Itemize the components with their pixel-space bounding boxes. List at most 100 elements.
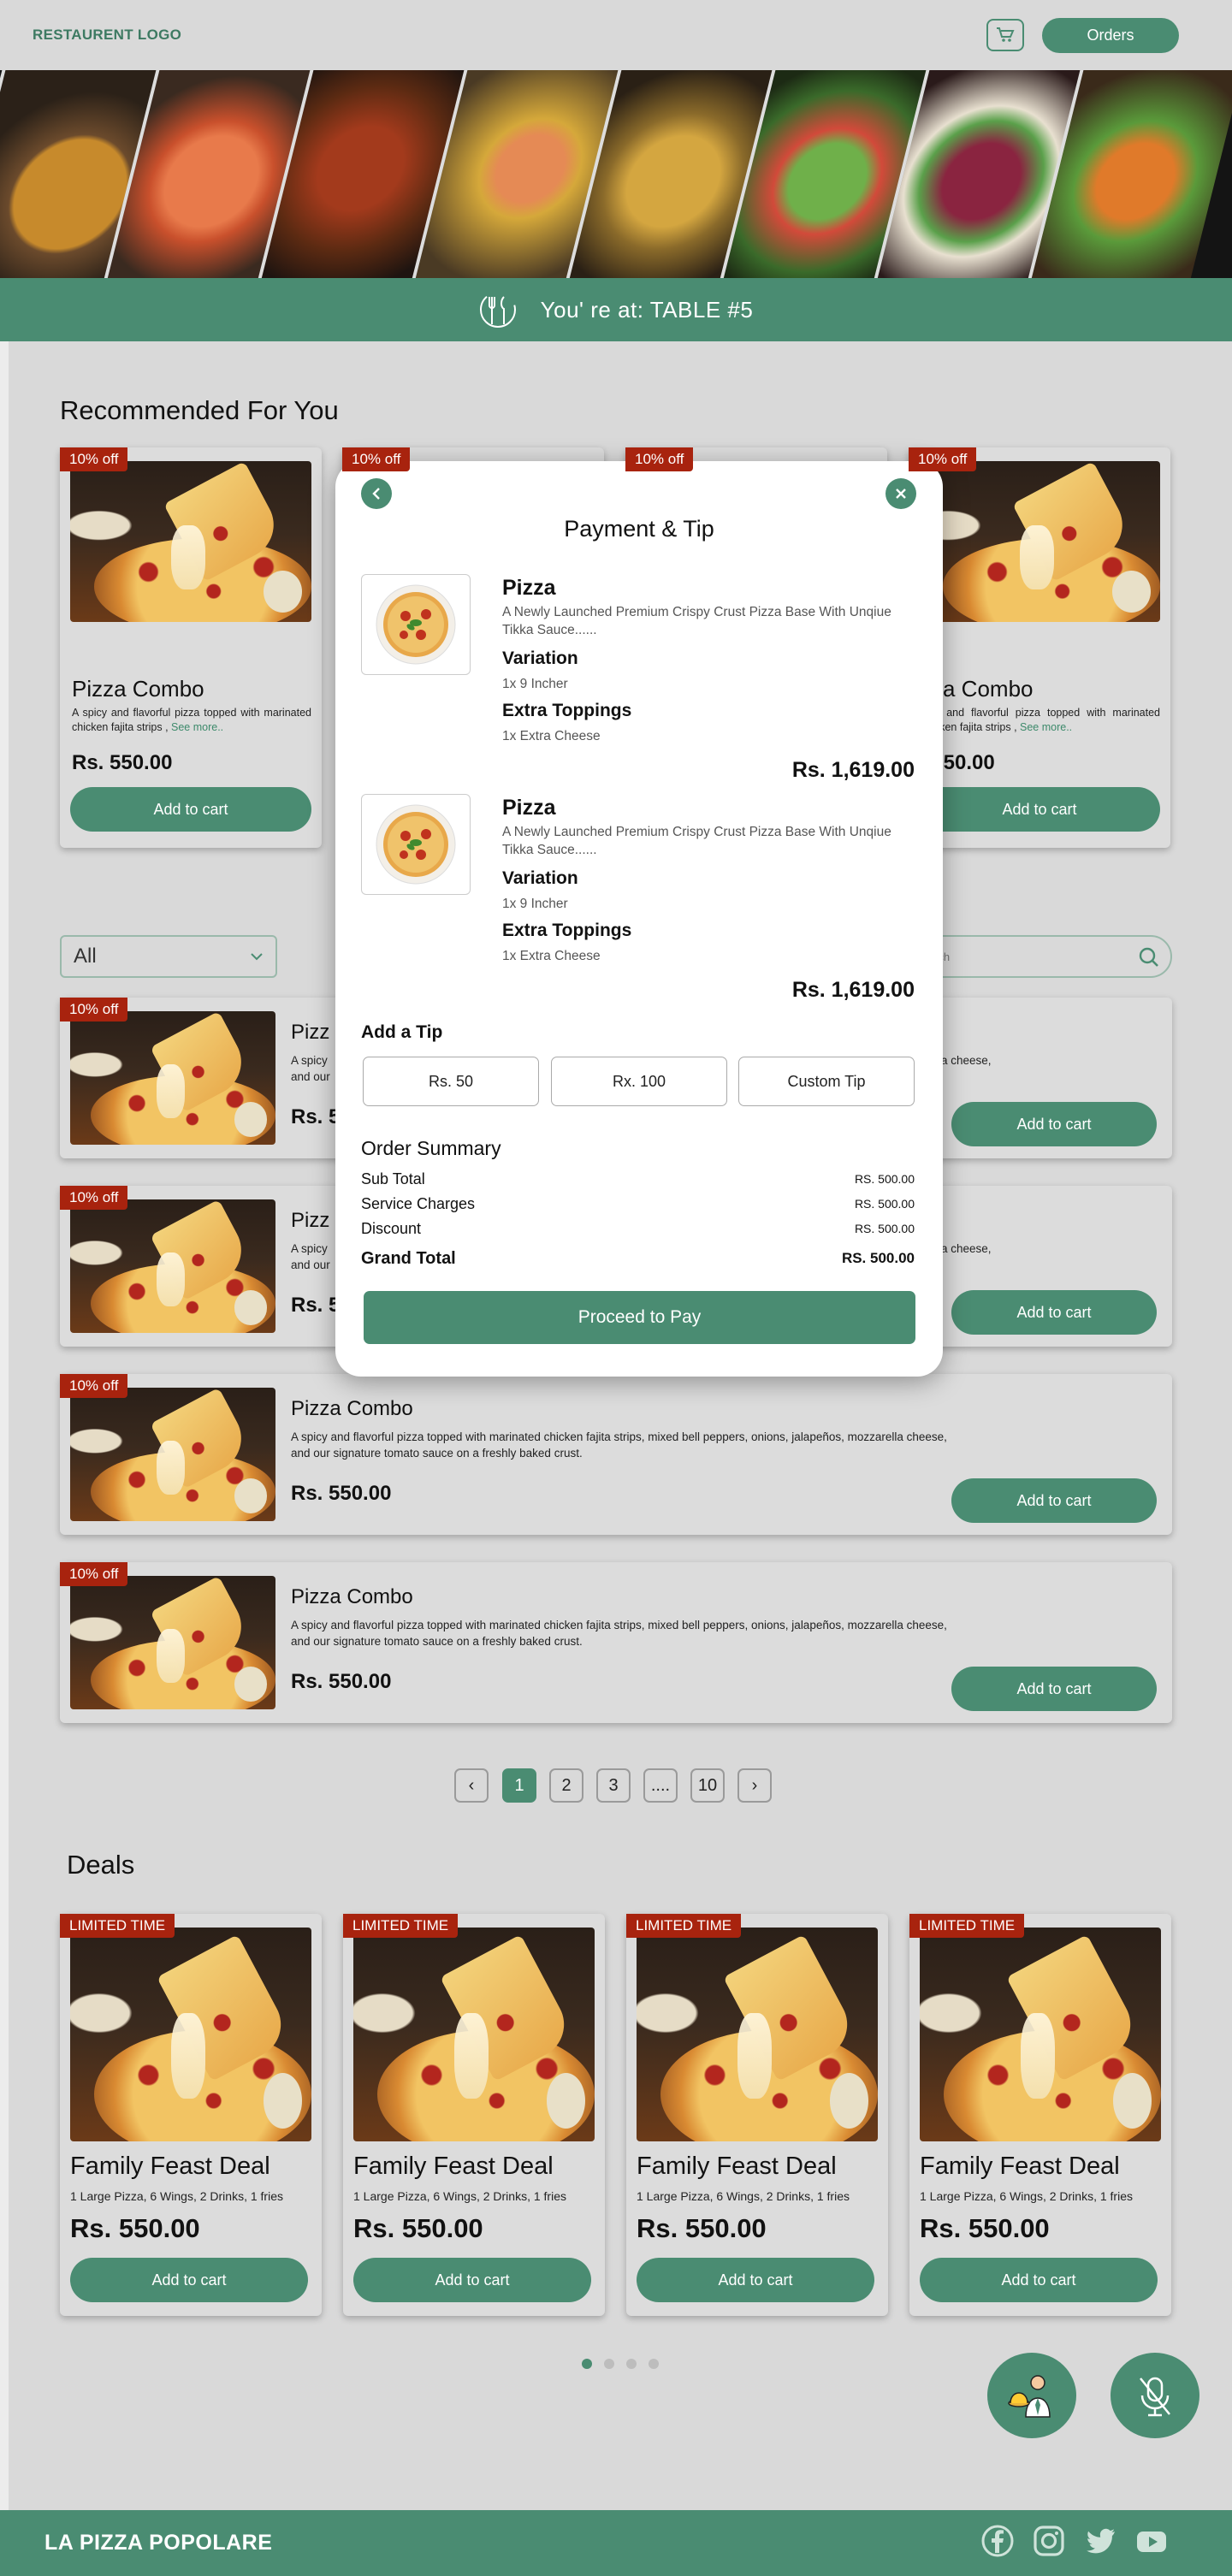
cart-icon	[997, 27, 1015, 42]
discount-badge: 10% off	[60, 1374, 128, 1398]
see-more-link[interactable]: See more..	[1020, 721, 1072, 733]
twitter-icon[interactable]	[1083, 2524, 1117, 2558]
close-icon	[896, 489, 906, 499]
variation-value: 1x 9 Incher	[502, 897, 568, 911]
deal-price: Rs. 550.00	[353, 2213, 483, 2243]
mic-off-button[interactable]	[1111, 2353, 1199, 2438]
page-button[interactable]: 10	[690, 1768, 725, 1803]
toppings-label: Extra Toppings	[502, 921, 632, 940]
order-item-price: Rs. 1,619.00	[791, 758, 915, 782]
pizza-image	[353, 1928, 595, 2141]
instagram-icon[interactable]	[1032, 2524, 1066, 2558]
prev-page-button[interactable]: ‹	[454, 1768, 489, 1803]
pizza-image	[70, 1011, 275, 1145]
add-to-cart-button[interactable]: Add to cart	[919, 787, 1160, 832]
discount-badge: 10% off	[909, 447, 977, 471]
modal-close-button[interactable]	[886, 478, 916, 509]
subtotal-value: RS. 500.00	[854, 1172, 915, 1186]
menu-list-item[interactable]: 10% off Pizza Combo A spicy and flavorfu…	[60, 1374, 1172, 1535]
tip-option-100[interactable]: Rx. 100	[551, 1057, 727, 1106]
order-summary-title: Order Summary	[361, 1137, 501, 1159]
limited-time-badge: LIMITED TIME	[626, 1914, 742, 1938]
deal-name: Family Feast Deal	[70, 2153, 270, 2180]
deal-desc: 1 Large Pizza, 6 Wings, 2 Drinks, 1 frie…	[70, 2189, 283, 2203]
add-to-cart-button[interactable]: Add to cart	[920, 2258, 1158, 2302]
modal-title: Payment & Tip	[564, 516, 714, 542]
menu-item-desc-tail: a cheese,	[941, 1242, 992, 1255]
add-to-cart-button[interactable]: Add to cart	[70, 787, 311, 832]
deal-price: Rs. 550.00	[70, 2213, 200, 2243]
menu-item-desc-tail: a cheese,	[941, 1054, 992, 1067]
add-to-cart-button[interactable]: Add to cart	[951, 1290, 1157, 1335]
order-item-desc: A Newly Launched Premium Crispy Crust Pi…	[502, 825, 891, 857]
discount-badge: 10% off	[342, 447, 411, 471]
limited-time-badge: LIMITED TIME	[909, 1914, 1025, 1938]
youtube-icon[interactable]	[1134, 2524, 1169, 2558]
recommended-card[interactable]: 10% off zza Combo picy and flavorful piz…	[909, 447, 1170, 848]
deal-card[interactable]: LIMITED TIME Family Feast Deal 1 Large P…	[909, 1914, 1171, 2316]
call-waiter-button[interactable]	[987, 2353, 1076, 2438]
search-input[interactable]: rch	[915, 935, 1172, 978]
tip-option-50[interactable]: Rs. 50	[363, 1057, 539, 1106]
see-more-link[interactable]: See more..	[171, 721, 223, 733]
add-to-cart-button[interactable]: Add to cart	[951, 1667, 1157, 1711]
category-filter-select[interactable]: All	[60, 935, 277, 978]
menu-item-name: Pizz	[291, 1021, 330, 1044]
table-banner: You' re at: TABLE #5	[0, 278, 1232, 341]
service-charges-value: RS. 500.00	[854, 1197, 915, 1211]
add-to-cart-button[interactable]: Add to cart	[637, 2258, 874, 2302]
carousel-dot-2[interactable]	[604, 2359, 614, 2369]
chevron-left-icon	[372, 488, 380, 500]
deal-desc: 1 Large Pizza, 6 Wings, 2 Drinks, 1 frie…	[637, 2189, 850, 2203]
hero-food-banner	[0, 70, 1232, 278]
next-page-button[interactable]: ›	[737, 1768, 772, 1803]
variation-label: Variation	[502, 648, 578, 668]
add-to-cart-button[interactable]: Add to cart	[353, 2258, 591, 2302]
menu-item-name: Pizz	[291, 1209, 330, 1232]
order-item-image	[361, 574, 471, 675]
cart-button[interactable]	[986, 19, 1024, 51]
menu-item-name: Pizza Combo	[291, 1397, 413, 1420]
carousel-dot-1[interactable]	[582, 2359, 592, 2369]
tip-option-custom[interactable]: Custom Tip	[738, 1057, 915, 1106]
proceed-to-pay-button[interactable]: Proceed to Pay	[364, 1291, 915, 1344]
order-item-price: Rs. 1,619.00	[791, 978, 915, 1002]
menu-item-desc: A spicy and flavorful pizza topped with …	[291, 1619, 947, 1648]
waiter-icon	[1008, 2375, 1051, 2418]
page-button[interactable]: 3	[596, 1768, 631, 1803]
page-button[interactable]: ....	[643, 1768, 678, 1803]
subtotal-label: Sub Total	[361, 1170, 425, 1187]
order-item-name: Pizza	[502, 576, 556, 600]
category-filter-value: All	[74, 945, 97, 968]
carousel-dot-4[interactable]	[649, 2359, 659, 2369]
page-button[interactable]: 1	[502, 1768, 536, 1803]
menu-list-item[interactable]: 10% off Pizza Combo A spicy and flavorfu…	[60, 1562, 1172, 1723]
grand-total-value: RS. 500.00	[841, 1250, 915, 1266]
deal-card[interactable]: LIMITED TIME Family Feast Deal 1 Large P…	[343, 1914, 605, 2316]
facebook-icon[interactable]	[980, 2524, 1015, 2558]
restaurant-logo[interactable]: RESTAURENT LOGO	[33, 27, 181, 44]
deal-card[interactable]: LIMITED TIME Family Feast Deal 1 Large P…	[60, 1914, 322, 2316]
search-icon[interactable]	[1138, 946, 1160, 968]
add-to-cart-button[interactable]: Add to cart	[951, 1478, 1157, 1523]
add-to-cart-button[interactable]: Add to cart	[951, 1102, 1157, 1146]
pizza-image	[70, 1576, 275, 1709]
page-button[interactable]: 2	[549, 1768, 583, 1803]
side-strip	[0, 341, 9, 2510]
pizza-image	[70, 461, 311, 622]
variation-label: Variation	[502, 868, 578, 888]
add-to-cart-button[interactable]: Add to cart	[70, 2258, 308, 2302]
orders-button[interactable]: Orders	[1042, 18, 1179, 53]
recommended-item-name: Pizza Combo	[72, 676, 204, 702]
discount-badge: 10% off	[60, 1562, 128, 1586]
order-item-name: Pizza	[502, 796, 556, 820]
toppings-label: Extra Toppings	[502, 701, 632, 720]
recommended-item-price: Rs. 550.00	[72, 751, 173, 774]
discount-badge: 10% off	[60, 1186, 128, 1210]
recommended-card[interactable]: 10% off Pizza Combo A spicy and flavorfu…	[60, 447, 322, 848]
pizza-image	[70, 1199, 275, 1333]
carousel-dot-3[interactable]	[626, 2359, 637, 2369]
deal-card[interactable]: LIMITED TIME Family Feast Deal 1 Large P…	[626, 1914, 888, 2316]
mic-off-icon	[1140, 2377, 1170, 2417]
modal-back-button[interactable]	[361, 478, 392, 509]
